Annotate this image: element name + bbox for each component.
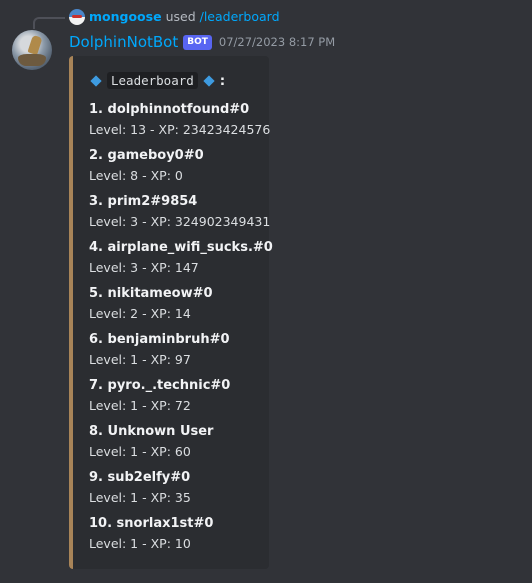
entry-stats: Level: 3 - XP: 147 bbox=[89, 260, 199, 275]
entry-name: 9. sub2elfy#0 bbox=[89, 470, 191, 485]
entry-stats: Level: 1 - XP: 97 bbox=[89, 352, 191, 367]
dolphinnotbot-avatar-icon[interactable] bbox=[12, 30, 52, 70]
entry-name: 10. snorlax1st#0 bbox=[89, 516, 214, 531]
mongoose-avatar-icon[interactable] bbox=[69, 9, 85, 25]
reply-command[interactable]: /leaderboard bbox=[200, 9, 280, 25]
leaderboard-entry: 2. gameboy0#0 Level: 8 - XP: 0 bbox=[89, 147, 273, 193]
embed-title-suffix: : bbox=[219, 72, 226, 89]
leaderboard-entry: 5. nikitameow#0 Level: 2 - XP: 14 bbox=[89, 285, 273, 331]
blue-diamond-icon bbox=[90, 74, 102, 87]
entry-stats: Level: 13 - XP: 23423424576 bbox=[89, 122, 271, 137]
leaderboard-entry: 10. snorlax1st#0 Level: 1 - XP: 10 bbox=[89, 515, 273, 561]
leaderboard-entry: 6. benjaminbruh#0 Level: 1 - XP: 97 bbox=[89, 331, 273, 377]
author-username[interactable]: DolphinNotBot bbox=[69, 33, 178, 51]
entry-name: 1. dolphinnotfound#0 bbox=[89, 102, 250, 117]
entry-stats: Level: 1 - XP: 72 bbox=[89, 398, 191, 413]
message-header: DolphinNotBot BOT 07/27/2023 8:17 PM bbox=[69, 33, 335, 51]
leaderboard-embed: Leaderboard : 1. dolphinnotfound#0 Level… bbox=[69, 56, 273, 569]
leaderboard-entry: 3. prim2#9854 Level: 3 - XP: 32490234943… bbox=[89, 193, 273, 239]
leaderboard-list: 1. dolphinnotfound#0 Level: 13 - XP: 234… bbox=[89, 101, 273, 561]
leaderboard-entry: 8. Unknown User Level: 1 - XP: 60 bbox=[89, 423, 273, 469]
leaderboard-entry: 1. dolphinnotfound#0 Level: 13 - XP: 234… bbox=[89, 101, 273, 147]
entry-stats: Level: 1 - XP: 10 bbox=[89, 536, 191, 551]
leaderboard-entry: 4. airplane_wifi_sucks.#0 Level: 3 - XP:… bbox=[89, 239, 273, 285]
reply-reference[interactable]: mongoose used /leaderboard bbox=[69, 9, 280, 25]
entry-stats: Level: 2 - XP: 14 bbox=[89, 306, 191, 321]
entry-name: 4. airplane_wifi_sucks.#0 bbox=[89, 240, 273, 255]
embed-title: Leaderboard : bbox=[89, 72, 225, 89]
entry-stats: Level: 8 - XP: 0 bbox=[89, 168, 183, 183]
entry-name: 6. benjaminbruh#0 bbox=[89, 332, 230, 347]
blue-diamond-icon bbox=[203, 74, 215, 87]
reply-used-text: used bbox=[165, 9, 196, 24]
entry-stats: Level: 3 - XP: 324902349431 bbox=[89, 214, 271, 229]
reply-username[interactable]: mongoose bbox=[89, 9, 162, 25]
leaderboard-entry: 7. pyro._.technic#0 Level: 1 - XP: 72 bbox=[89, 377, 273, 423]
bot-badge: BOT bbox=[183, 34, 212, 50]
entry-name: 3. prim2#9854 bbox=[89, 194, 198, 209]
leaderboard-entry: 9. sub2elfy#0 Level: 1 - XP: 35 bbox=[89, 469, 273, 515]
entry-stats: Level: 1 - XP: 60 bbox=[89, 444, 191, 459]
message-timestamp[interactable]: 07/27/2023 8:17 PM bbox=[219, 35, 335, 49]
entry-name: 5. nikitameow#0 bbox=[89, 286, 213, 301]
entry-stats: Level: 1 - XP: 35 bbox=[89, 490, 191, 505]
entry-name: 2. gameboy0#0 bbox=[89, 148, 204, 163]
entry-name: 7. pyro._.technic#0 bbox=[89, 378, 231, 393]
embed-title-code: Leaderboard bbox=[107, 72, 198, 89]
reply-connector-line bbox=[33, 17, 65, 29]
entry-name: 8. Unknown User bbox=[89, 424, 214, 439]
